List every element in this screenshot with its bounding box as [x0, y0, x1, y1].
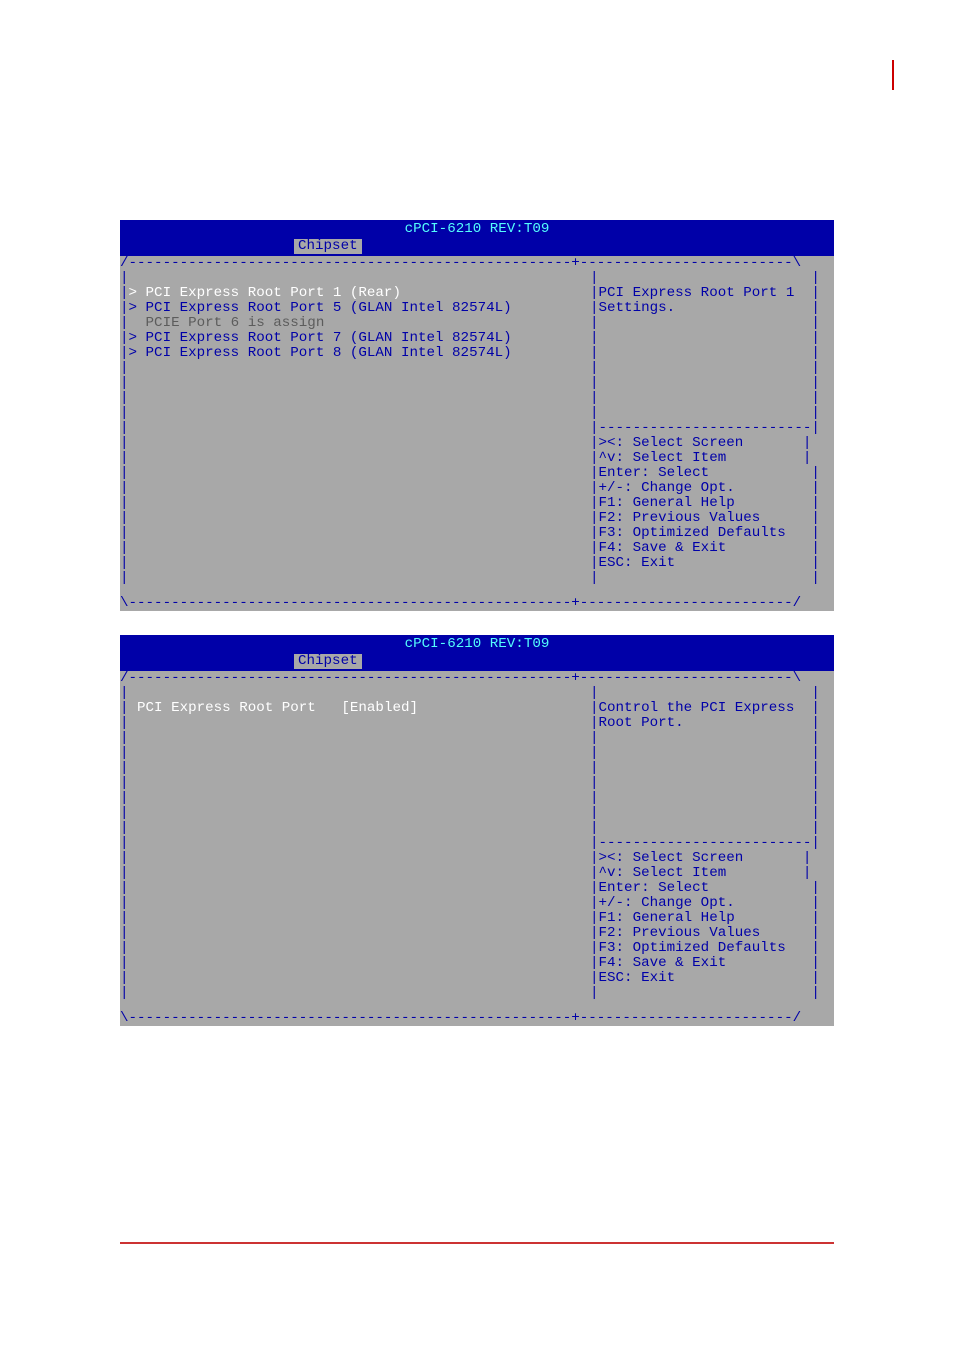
help-key-enter: |Enter: Select | [590, 466, 834, 481]
menu-pane: | |> PCI Express Root Port 1 (Rear) |> P… [120, 271, 590, 596]
bios-body: | | PCI Express Root Port [Enabled] | | … [120, 686, 834, 1011]
help-key-item: |^v: Select Item | [590, 866, 834, 881]
border-bottom: \---------------------------------------… [120, 596, 834, 611]
help-key-f3: |F3: Optimized Defaults | [590, 941, 834, 956]
help-desc-line1: |PCI Express Root Port 1 | [590, 286, 834, 301]
help-desc-line2: |Settings. | [590, 301, 834, 316]
help-pane: | | |PCI Express Root Port 1 | |Settings… [590, 271, 834, 596]
help-key-f2: |F2: Previous Values | [590, 926, 834, 941]
help-key-change: |+/-: Change Opt. | [590, 481, 834, 496]
help-key-f1: |F1: General Help | [590, 496, 834, 511]
help-key-screen: |><: Select Screen | [590, 851, 834, 866]
border-top: /---------------------------------------… [120, 256, 834, 271]
menu-item-port7[interactable]: |> PCI Express Root Port 7 (GLAN Intel 8… [120, 331, 590, 346]
tab-chipset[interactable]: Chipset [294, 654, 362, 669]
bios-title: cPCI-6210 REV:T09 [120, 635, 834, 654]
help-key-enter: |Enter: Select | [590, 881, 834, 896]
border-bottom: \---------------------------------------… [120, 1011, 834, 1026]
border-top: /---------------------------------------… [120, 671, 834, 686]
help-key-f4: |F4: Save & Exit | [590, 956, 834, 971]
help-pane: | | |Control the PCI Express | |Root Por… [590, 686, 834, 1011]
help-desc-line2: |Root Port. | [590, 716, 834, 731]
bios-screen-2: cPCI-6210 REV:T09 Chipset /-------------… [120, 635, 834, 1025]
bios-screen-1: cPCI-6210 REV:T09 Chipset /-------------… [120, 220, 834, 610]
tab-bar: Chipset [120, 239, 834, 256]
help-key-f3: |F3: Optimized Defaults | [590, 526, 834, 541]
menu-item-port1[interactable]: |> PCI Express Root Port 1 (Rear) [120, 286, 590, 301]
tab-bar: Chipset [120, 654, 834, 671]
help-key-f4: |F4: Save & Exit | [590, 541, 834, 556]
help-key-esc: |ESC: Exit | [590, 556, 834, 571]
setting-pci-root-port[interactable]: | PCI Express Root Port [Enabled] [120, 701, 590, 716]
help-key-esc: |ESC: Exit | [590, 971, 834, 986]
menu-pane: | | PCI Express Root Port [Enabled] | | … [120, 686, 590, 1011]
bios-footer: Version 2.10.1208. Copyright (C) 2010 Am… [120, 611, 834, 630]
help-key-f1: |F1: General Help | [590, 911, 834, 926]
menu-item-port5[interactable]: |> PCI Express Root Port 5 (GLAN Intel 8… [120, 301, 590, 316]
help-key-item: |^v: Select Item | [590, 451, 834, 466]
help-key-change: |+/-: Change Opt. | [590, 896, 834, 911]
menu-item-port6: | PCIE Port 6 is assign [120, 316, 590, 331]
bios-body: | |> PCI Express Root Port 1 (Rear) |> P… [120, 271, 834, 596]
text-cursor [892, 60, 894, 90]
help-key-f2: |F2: Previous Values | [590, 511, 834, 526]
divider-line [120, 1242, 834, 1244]
help-desc-line1: |Control the PCI Express | [590, 701, 834, 716]
bios-title: cPCI-6210 REV:T09 [120, 220, 834, 239]
bios-footer: Version 2.10.1208. Copyright (C) 2010 Am… [120, 1026, 834, 1045]
help-key-screen: |><: Select Screen | [590, 436, 834, 451]
menu-item-port8[interactable]: |> PCI Express Root Port 8 (GLAN Intel 8… [120, 346, 590, 361]
tab-chipset[interactable]: Chipset [294, 239, 362, 254]
